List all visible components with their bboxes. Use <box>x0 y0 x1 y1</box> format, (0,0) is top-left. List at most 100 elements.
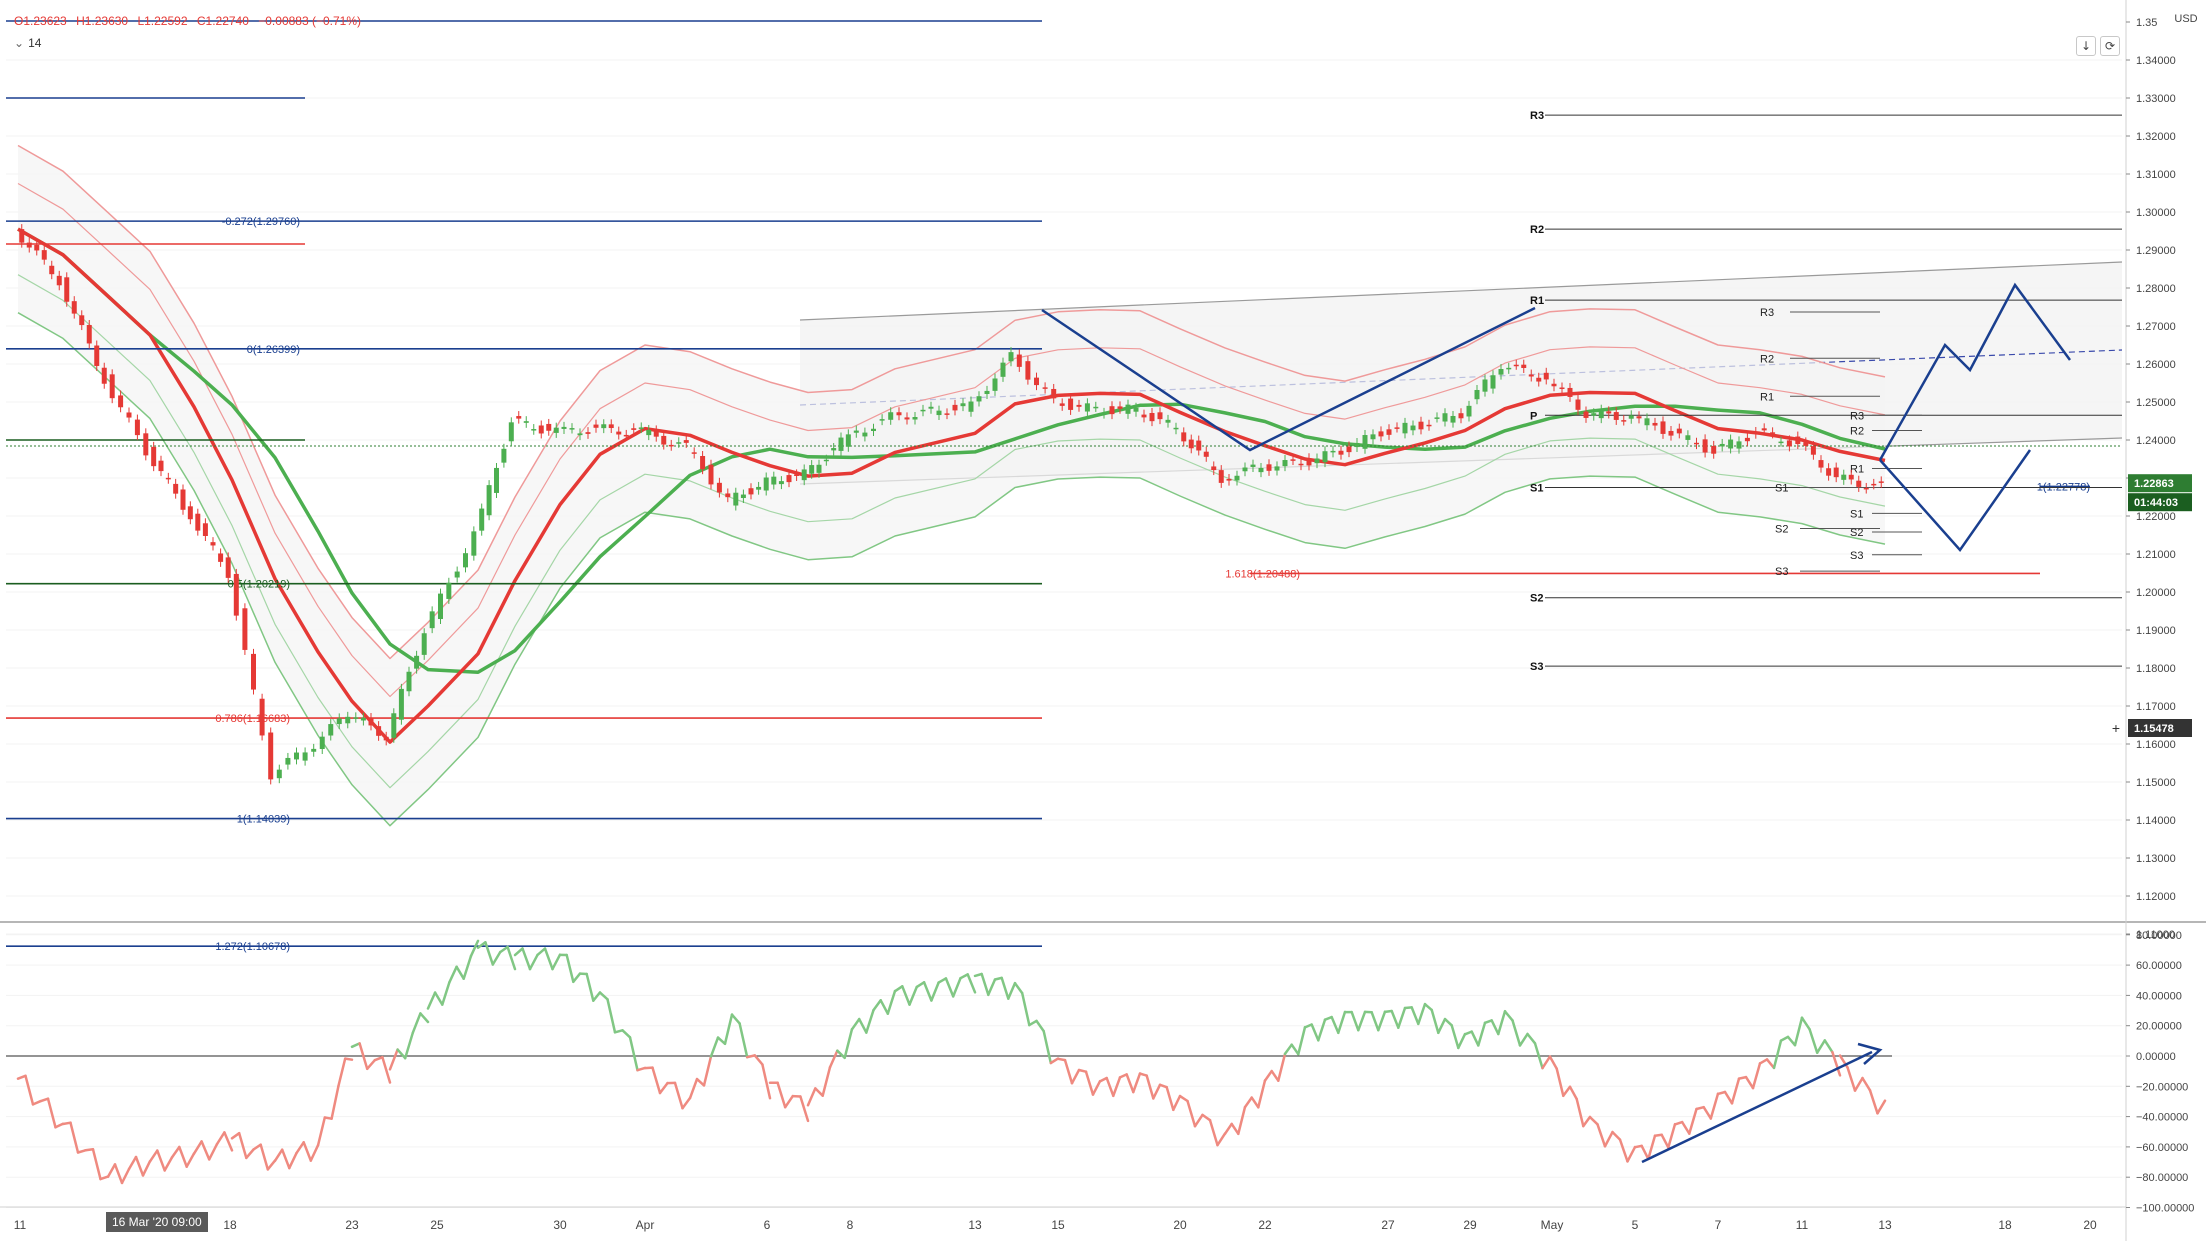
candle-body <box>516 416 522 419</box>
candle-body <box>1426 424 1432 427</box>
candle-body <box>225 557 231 578</box>
candle-body <box>748 488 754 495</box>
indicator-period[interactable]: ⌄ 14 <box>14 36 41 50</box>
pivot-label: R2 <box>1530 224 1544 236</box>
candle-body <box>1306 458 1312 466</box>
candle-body <box>1051 388 1057 399</box>
time-tick-label: 23 <box>345 1218 359 1232</box>
candle-body <box>1736 441 1742 449</box>
candle-body <box>251 653 256 690</box>
candle-body <box>1644 418 1650 426</box>
candle-body <box>725 493 731 498</box>
candle-body <box>1728 439 1734 449</box>
time-tick-label: 20 <box>2083 1218 2097 1232</box>
candle-body <box>1567 387 1573 397</box>
candle-body <box>19 229 25 243</box>
minor-pivot-label: R3 <box>1850 410 1864 422</box>
candle-body <box>479 508 485 531</box>
candle-body <box>1117 406 1123 409</box>
candle-body <box>165 477 171 480</box>
candle-body <box>187 506 193 520</box>
candle-body <box>1196 440 1202 451</box>
candle-body <box>118 395 124 408</box>
candle-body <box>1338 450 1344 455</box>
candle-body <box>1770 432 1776 434</box>
candle-body <box>1778 441 1784 444</box>
candle-body <box>151 446 157 467</box>
candle-body <box>1410 425 1416 431</box>
candle-body <box>871 428 876 432</box>
candle-body <box>391 713 397 738</box>
candle-body <box>1878 481 1884 483</box>
candle-body <box>1258 467 1264 473</box>
candle-body <box>1660 421 1666 434</box>
candle-body <box>1490 375 1496 389</box>
candle-body <box>302 752 308 761</box>
candle-body <box>733 492 739 506</box>
candle-body <box>1034 377 1039 386</box>
candle-body <box>1157 412 1163 420</box>
time-tick-label: 30 <box>553 1218 567 1232</box>
candle-body <box>173 483 179 494</box>
price-tick-label: 1.16000 <box>2136 739 2176 751</box>
price-tick-label: 1.30000 <box>2136 207 2176 219</box>
candle-body <box>952 404 958 411</box>
candle-body <box>1810 446 1816 455</box>
fib-level-label: 1(1.14039) <box>237 814 290 826</box>
candle-body <box>801 469 807 481</box>
candle-body <box>1386 429 1392 435</box>
price-chart[interactable]: -0.272(1.29760)0(1.26399)0.5(1.20219)0.7… <box>0 0 2206 1241</box>
candle-body <box>1474 389 1480 400</box>
price-tick-label: 1.12000 <box>2136 891 2176 903</box>
candle-body <box>86 324 92 344</box>
candle-body <box>414 655 420 669</box>
candle-body <box>1598 409 1604 419</box>
pivot-label: R1 <box>1530 295 1544 307</box>
candle-body <box>1362 435 1368 449</box>
minor-pivot-label: R1 <box>1760 391 1774 403</box>
candle-body <box>360 717 366 721</box>
candle-body <box>786 475 792 483</box>
osc-tick-label: 20.00000 <box>2136 1021 2182 1033</box>
candle-body <box>593 424 599 428</box>
candle-body <box>879 419 885 421</box>
time-tick-label: 27 <box>1381 1218 1395 1232</box>
time-tick-label: 18 <box>223 1218 237 1232</box>
price-tick-label: 1.15000 <box>2136 777 2176 789</box>
candle-body <box>1042 387 1048 389</box>
candle-body <box>561 426 567 429</box>
candle-body <box>577 433 583 436</box>
candle-body <box>845 434 851 447</box>
refresh-button[interactable]: ⟳ <box>2100 36 2120 56</box>
minor-pivot-label: R3 <box>1760 307 1774 319</box>
candle-body <box>1211 466 1217 471</box>
candle-body <box>1250 464 1256 467</box>
pivot-label: S1 <box>1530 483 1543 495</box>
candle-body <box>904 417 910 420</box>
osc-tick-label: 60.00000 <box>2136 960 2182 972</box>
fib-level-label: -0.272(1.29760) <box>222 216 300 228</box>
candle-body <box>936 410 942 416</box>
candle-body <box>126 412 132 418</box>
candle-body <box>700 456 706 470</box>
candle-body <box>646 429 652 436</box>
candle-body <box>1786 440 1792 447</box>
candle-body <box>1141 414 1147 418</box>
candle-body <box>756 486 762 490</box>
candle-body <box>1181 432 1187 442</box>
fib-level-label: 1.272(1.10678) <box>215 941 290 953</box>
candle-body <box>1330 450 1336 453</box>
candle-body <box>661 435 667 445</box>
candle-body <box>1863 487 1869 490</box>
download-button[interactable]: ↓ <box>2076 36 2096 56</box>
candle-body <box>1702 439 1708 453</box>
low-value: L1.22592 <box>137 14 188 28</box>
crosshair-plus-icon: + <box>2112 720 2120 736</box>
candle-body <box>1450 415 1456 423</box>
candle-body <box>1668 430 1674 436</box>
candle-body <box>1506 367 1512 370</box>
chevron-down-icon[interactable]: ⌄ <box>14 36 24 50</box>
candle-body <box>928 406 934 409</box>
candle-body <box>569 428 575 430</box>
candle-body <box>809 465 815 474</box>
